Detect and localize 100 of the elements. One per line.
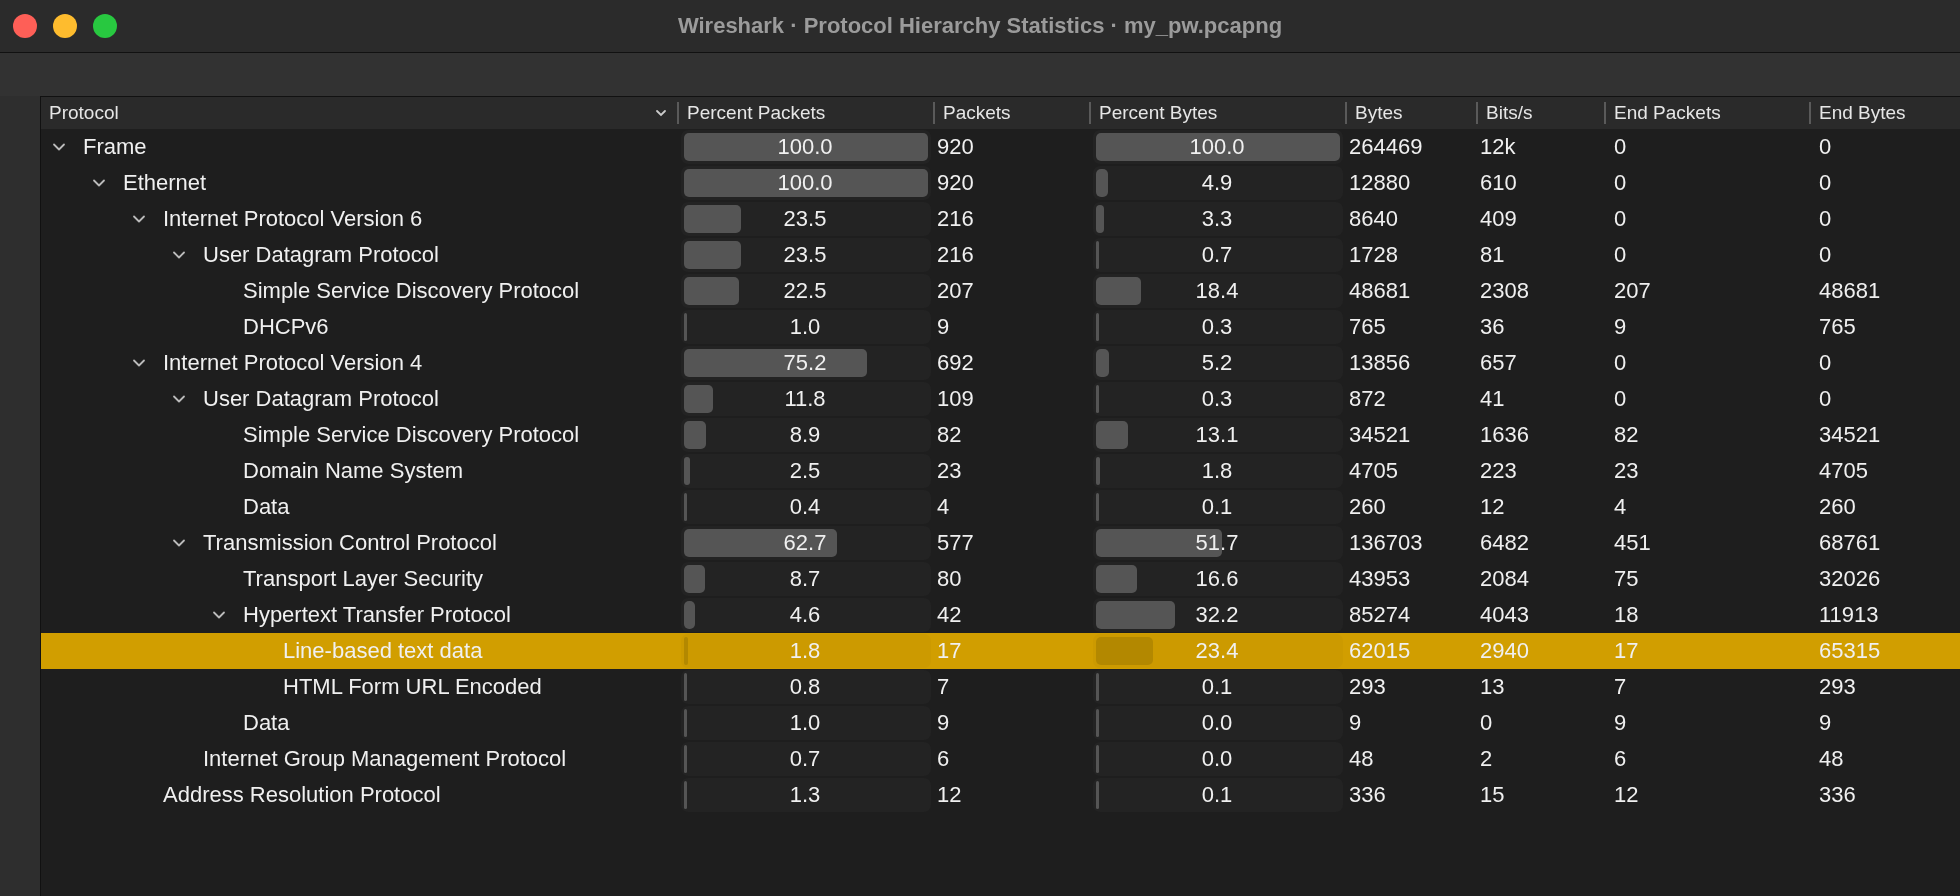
table-cell: 23 [1614, 458, 1639, 484]
table-cell: 920 [937, 170, 974, 196]
table-cell: 9 [1614, 314, 1627, 340]
table-row[interactable]: HTML Form URL Encoded 0.8 7 0.1 293 13 7 293 [41, 669, 1960, 705]
table-row[interactable]: User Datagram Protocol 23.5 216 0.7 1728 81 0 0 [41, 237, 1960, 273]
table-row[interactable]: User Datagram Protocol 11.8 109 0.3 872 41 0 0 [41, 381, 1960, 417]
table-row[interactable]: Ethernet 100.0 920 4.9 12880 610 0 0 [41, 165, 1960, 201]
table-cell: 48 [1349, 746, 1374, 772]
table-row[interactable]: Internet Group Management Protocol 0.7 6 0.0 48 2 6 48 [41, 741, 1960, 777]
table-cell: 85274 [1349, 602, 1411, 628]
table-cell: 451 [1614, 530, 1651, 556]
percent-value: 3.3 [1201, 206, 1233, 232]
close-button[interactable] [13, 14, 37, 38]
percent-value: 0.1 [1201, 494, 1233, 520]
table-cell: 216 [937, 206, 974, 232]
column-header[interactable]: Protocol [49, 102, 119, 124]
percent-value: 100.0 [777, 170, 833, 196]
table-row[interactable]: Frame 100.0 920 100.0 264469 12k 0 0 [41, 129, 1960, 165]
zoom-button[interactable] [93, 14, 117, 38]
table-row[interactable]: Hypertext Transfer Protocol 4.6 42 32.2 85274 4043 18 11913 [41, 597, 1960, 633]
column-header[interactable]: Percent Bytes [1099, 102, 1218, 124]
table-cell: 336 [1819, 782, 1856, 808]
table-row[interactable]: Data 0.4 4 0.1 260 12 4 260 [41, 489, 1960, 525]
percent-value: 2.5 [789, 458, 821, 484]
table-cell: 32026 [1819, 566, 1881, 592]
table-cell: 6 [1614, 746, 1627, 772]
table-cell: 68761 [1819, 530, 1881, 556]
table-row[interactable]: Internet Protocol Version 6 23.5 216 3.3 8640 409 0 0 [41, 201, 1960, 237]
protocol-name: Domain Name System [243, 458, 464, 484]
table-cell: 6 [937, 746, 950, 772]
table-cell: 2940 [1480, 638, 1529, 664]
table-cell: 12 [937, 782, 962, 808]
percent-value: 0.1 [1201, 674, 1233, 700]
table-cell: 0 [1614, 206, 1627, 232]
percent-value: 11.8 [784, 386, 826, 412]
percent-value: 5.2 [1201, 350, 1233, 376]
table-row[interactable]: Transmission Control Protocol 62.7 577 51.7 136703 6482 451 68761 [41, 525, 1960, 561]
table-cell: 0 [1614, 170, 1627, 196]
percent-value: 23.4 [1195, 638, 1239, 664]
table-cell: 207 [1614, 278, 1651, 304]
protocol-name: Data [243, 494, 290, 520]
table-cell: 81 [1480, 242, 1505, 268]
protocol-name: Transmission Control Protocol [203, 530, 497, 556]
table-cell: 42 [937, 602, 962, 628]
table-row[interactable]: Data 1.0 9 0.0 9 0 9 9 [41, 705, 1960, 741]
table-cell: 920 [937, 134, 974, 160]
column-header[interactable]: Percent Packets [687, 102, 826, 124]
window-title: Wireshark · Protocol Hierarchy Statistics · my_pw.pcapng [677, 13, 1283, 39]
table-cell: 223 [1480, 458, 1517, 484]
table-cell: 48681 [1819, 278, 1881, 304]
column-header[interactable]: Packets [943, 102, 1011, 124]
protocol-name: Internet Protocol Version 4 [163, 350, 423, 376]
table-cell: 12 [1480, 494, 1505, 520]
table-row[interactable]: Transport Layer Security 8.7 80 16.6 43953 2084 75 32026 [41, 561, 1960, 597]
table-cell: 7 [937, 674, 950, 700]
column-header[interactable]: Bits/s [1486, 102, 1533, 124]
table-cell: 4705 [1819, 458, 1868, 484]
table-cell: 1636 [1480, 422, 1529, 448]
percent-value: 0.7 [789, 746, 821, 772]
percent-value: 0.8 [789, 674, 821, 700]
table-row[interactable]: Simple Service Discovery Protocol 8.9 82 13.1 34521 1636 82 34521 [41, 417, 1960, 453]
table-cell: 48 [1819, 746, 1844, 772]
table-cell: 264469 [1349, 134, 1423, 160]
table-cell: 109 [937, 386, 974, 412]
table-cell: 657 [1480, 350, 1517, 376]
table-cell: 0 [1614, 134, 1627, 160]
percent-value: 0.3 [1201, 314, 1233, 340]
table-cell: 2308 [1480, 278, 1529, 304]
table-row[interactable]: Address Resolution Protocol 1.3 12 0.1 336 15 12 336 [41, 777, 1960, 813]
table-cell: 2084 [1480, 566, 1529, 592]
protocol-name: Simple Service Discovery Protocol [243, 278, 580, 304]
table-cell: 0 [1819, 242, 1832, 268]
table-cell: 872 [1349, 386, 1386, 412]
percent-value: 4.6 [789, 602, 821, 628]
protocol-name: Internet Protocol Version 6 [163, 206, 423, 232]
table-cell: 0 [1614, 386, 1627, 412]
table-cell: 216 [937, 242, 974, 268]
table-row[interactable]: Internet Protocol Version 4 75.2 692 5.2 13856 657 0 0 [41, 345, 1960, 381]
table-row[interactable]: DHCPv6 1.0 9 0.3 765 36 9 765 [41, 309, 1960, 345]
percent-value: 0.4 [789, 494, 821, 520]
table-cell: 17 [1614, 638, 1639, 664]
column-header[interactable]: Bytes [1355, 102, 1403, 124]
percent-value: 22.5 [783, 278, 827, 304]
table-cell: 9 [937, 710, 950, 736]
percent-value: 13.1 [1195, 422, 1239, 448]
column-header[interactable]: End Packets [1614, 102, 1721, 124]
column-header[interactable]: End Bytes [1819, 102, 1906, 124]
minimize-button[interactable] [53, 14, 77, 38]
table-row[interactable]: Domain Name System 2.5 23 1.8 4705 223 23 4705 [41, 453, 1960, 489]
protocol-name: User Datagram Protocol [203, 386, 439, 412]
table-cell: 260 [1819, 494, 1856, 520]
percent-value: 0.3 [1201, 386, 1233, 412]
percent-value: 100.0 [1189, 134, 1245, 160]
protocol-name: User Datagram Protocol [203, 242, 439, 268]
table-cell: 8640 [1349, 206, 1398, 232]
percent-value: 1.0 [789, 314, 821, 340]
table-cell: 48681 [1349, 278, 1411, 304]
percent-value: 1.8 [1201, 458, 1233, 484]
percent-value: 51.7 [1195, 530, 1239, 556]
table-row[interactable]: Simple Service Discovery Protocol 22.5 207 18.4 48681 2308 207 48681 [41, 273, 1960, 309]
